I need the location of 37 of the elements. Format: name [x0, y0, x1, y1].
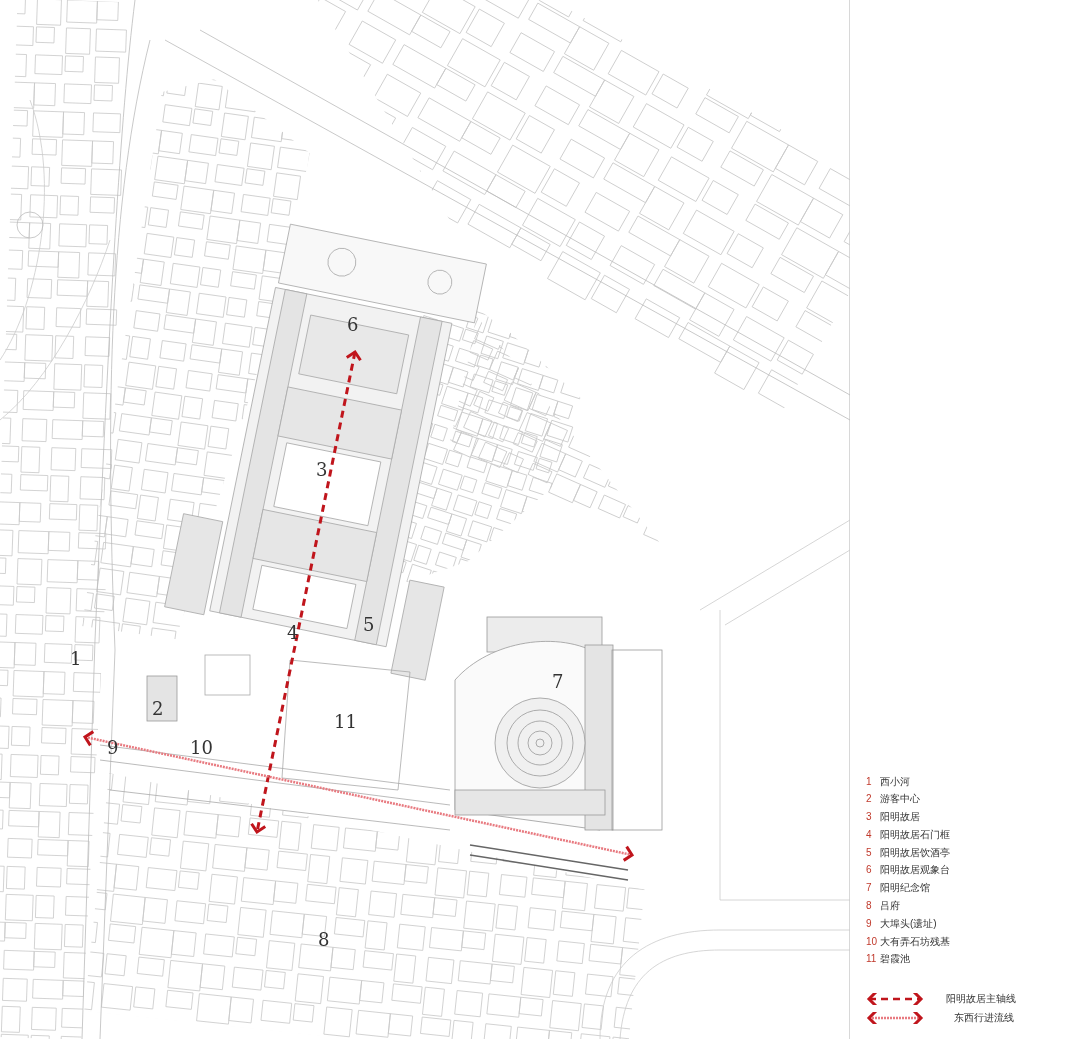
legend-number: 6 — [866, 863, 873, 878]
legend-number: 9 — [866, 916, 873, 931]
legend-number: 2 — [866, 792, 873, 807]
legend-label: 吕府 — [880, 899, 900, 914]
legend-number: 11 — [866, 952, 878, 967]
legend-number: 10 — [866, 934, 879, 949]
legend-label: 阳明故居 — [880, 810, 920, 825]
legend-label: 西小河 — [880, 774, 910, 789]
map-number-label: 3 — [316, 461, 328, 479]
map-number-label: 11 — [334, 713, 357, 731]
legend-number: 7 — [866, 881, 873, 896]
map-number-label: 8 — [318, 931, 330, 949]
legend-label: 游客中心 — [880, 792, 920, 807]
map-number-label: 10 — [190, 739, 213, 757]
map-number-label: 7 — [552, 673, 564, 691]
dashed-arrow-icon — [866, 992, 924, 1005]
legend-label: 阳明故居石门框 — [880, 827, 950, 842]
legend-label: 碧霞池 — [880, 952, 910, 967]
legend-number: 3 — [866, 810, 873, 825]
legend-label: 大有弄石坊残基 — [880, 934, 950, 949]
legend-label: 阳明故居饮酒亭 — [880, 845, 950, 860]
legend-label: 阳明纪念馆 — [880, 881, 930, 896]
map-number-label: 5 — [363, 616, 375, 634]
map-number-label: 9 — [107, 739, 119, 757]
legend-number: 8 — [866, 899, 873, 914]
map-number-label: 6 — [347, 316, 359, 334]
legend-label: 阳明故居观象台 — [880, 863, 950, 878]
legend-label: 阳明故居主轴线 — [946, 992, 1016, 1007]
legend-label: 大埠头(遗址) — [880, 916, 937, 931]
map-number-label: 1 — [70, 650, 82, 668]
dotted-arrow-icon — [866, 1011, 924, 1024]
legend-number: 5 — [866, 845, 873, 860]
map-number-label: 2 — [152, 700, 164, 718]
legend-number: 4 — [866, 827, 873, 842]
legend-label: 东西行进流线 — [954, 1011, 1014, 1026]
map-number-label: 4 — [287, 624, 299, 642]
legend-number: 1 — [866, 774, 873, 789]
